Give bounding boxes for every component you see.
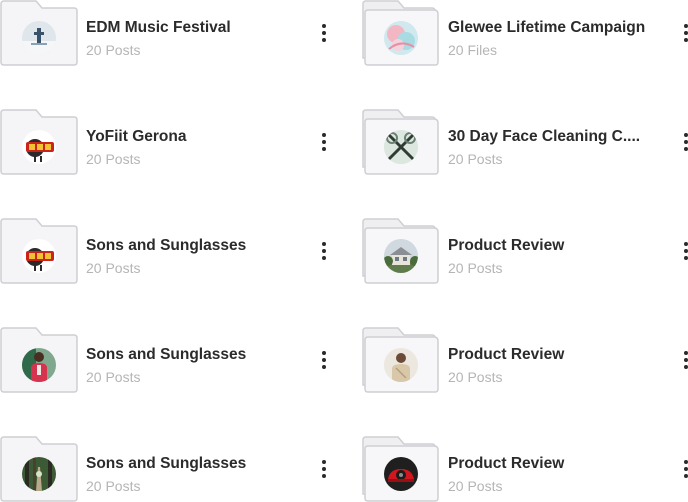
- folder-count: 20 Files: [448, 42, 498, 58]
- bbq-logo-icon: [22, 239, 56, 273]
- folder-count: 20 Posts: [86, 478, 141, 494]
- folder-card[interactable]: Sons and Sunglasses 20 Posts: [0, 327, 340, 393]
- more-options-icon[interactable]: [316, 454, 332, 484]
- folder-count: 20 Posts: [86, 42, 141, 58]
- folder-title: Glewee Lifetime Campaign: [448, 19, 646, 36]
- folder-title: YoFiit Gerona: [86, 128, 187, 145]
- folder-card[interactable]: Product Review 20 Posts: [362, 327, 688, 393]
- folder-count: 20 Posts: [86, 260, 141, 276]
- red-car-icon: [384, 457, 418, 491]
- folder-grid: EDM Music Festival 20 Posts Glewee Lifet…: [0, 0, 688, 502]
- folder-card[interactable]: Sons and Sunglasses 20 Posts: [0, 218, 340, 284]
- crossed-rackets-icon: [384, 130, 418, 164]
- folder-title: Product Review: [448, 455, 565, 472]
- person-beige-icon: [384, 348, 418, 382]
- more-options-icon[interactable]: [678, 454, 688, 484]
- more-options-icon[interactable]: [316, 236, 332, 266]
- folder-title: Product Review: [448, 237, 565, 254]
- more-options-icon[interactable]: [316, 18, 332, 48]
- snow-tower-icon: [22, 21, 56, 55]
- folder-count: 20 Posts: [448, 260, 503, 276]
- folder-count: 20 Posts: [448, 369, 503, 385]
- folder-card[interactable]: Glewee Lifetime Campaign 20 Files: [362, 0, 688, 66]
- folder-title: 30 Day Face Cleaning C....: [448, 128, 641, 145]
- bbq-logo-icon: [22, 130, 56, 164]
- more-options-icon[interactable]: [678, 127, 688, 157]
- folder-title: Product Review: [448, 346, 565, 363]
- folder-title: Sons and Sunglasses: [86, 346, 247, 363]
- more-options-icon[interactable]: [678, 236, 688, 266]
- forest-path-icon: [22, 457, 56, 491]
- folder-card[interactable]: Product Review 20 Posts: [362, 218, 688, 284]
- house-icon: [384, 239, 418, 273]
- folder-card[interactable]: YoFiit Gerona 20 Posts: [0, 109, 340, 175]
- more-options-icon[interactable]: [316, 127, 332, 157]
- folder-title: Sons and Sunglasses: [86, 455, 247, 472]
- folder-count: 20 Posts: [86, 369, 141, 385]
- folder-count: 20 Posts: [86, 151, 141, 167]
- more-options-icon[interactable]: [678, 345, 688, 375]
- folder-card[interactable]: Sons and Sunglasses 20 Posts: [0, 436, 340, 502]
- folder-card[interactable]: 30 Day Face Cleaning C.... 20 Posts: [362, 109, 688, 175]
- folder-count: 20 Posts: [448, 151, 503, 167]
- folder-card[interactable]: EDM Music Festival 20 Posts: [0, 0, 340, 66]
- folder-card[interactable]: Product Review 20 Posts: [362, 436, 688, 502]
- folder-count: 20 Posts: [448, 478, 503, 494]
- folder-title: EDM Music Festival: [86, 19, 231, 36]
- pastel-art-icon: [384, 21, 418, 55]
- person-red-jacket-icon: [22, 348, 56, 382]
- folder-title: Sons and Sunglasses: [86, 237, 247, 254]
- more-options-icon[interactable]: [678, 18, 688, 48]
- more-options-icon[interactable]: [316, 345, 332, 375]
